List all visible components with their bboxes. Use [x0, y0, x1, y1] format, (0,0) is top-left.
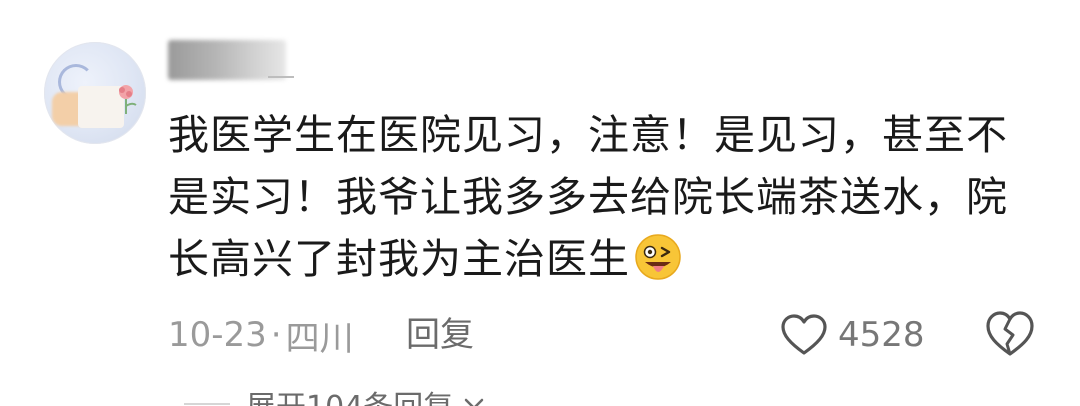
comment-location: 四川 — [285, 318, 354, 359]
like-count: 4528 — [838, 315, 925, 355]
chevron-down-icon — [465, 398, 484, 406]
broken-heart-icon — [986, 311, 1034, 356]
meta-separator: · — [270, 315, 282, 355]
avatar[interactable] — [44, 42, 146, 144]
like-button[interactable]: 4528 — [780, 308, 925, 362]
username-redaction-trail — [268, 58, 294, 78]
divider-line — [184, 403, 230, 405]
expand-replies-button[interactable]: 展开104条回复 — [184, 382, 485, 406]
comment-text: 我医学生在医院见习，注意！是见习，甚至不是实习！我爷让我多多去给院长端茶送水，院… — [168, 104, 1048, 290]
reply-button[interactable]: 回复 — [406, 310, 474, 360]
comment-meta: 10-23 · 四川 — [168, 310, 354, 360]
comment-item: 我医学生在医院见习，注意！是见习，甚至不是实习！我爷让我多多去给院长端茶送水，院… — [0, 0, 1080, 406]
grinning-squinting-tongue-emoji-icon — [635, 234, 681, 280]
comment-date: 10-23 — [168, 315, 267, 355]
flower-icon — [119, 85, 137, 114]
dislike-button[interactable] — [985, 310, 1035, 358]
comment-body: 我医学生在医院见习，注意！是见习，甚至不是实习！我爷让我多多去给院长端茶送水，院… — [168, 111, 1008, 283]
heart-outline-icon — [781, 314, 827, 355]
expand-replies-label: 展开104条回复 — [246, 382, 453, 406]
